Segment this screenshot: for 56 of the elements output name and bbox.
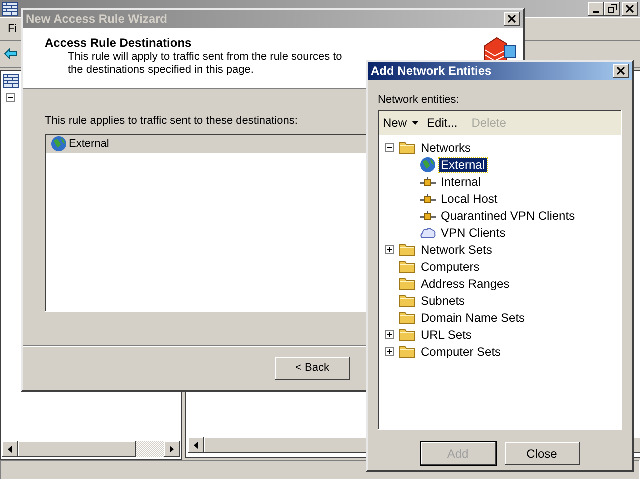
folder-icon <box>399 294 415 307</box>
expand-icon[interactable] <box>385 347 394 356</box>
globe-icon <box>420 156 436 172</box>
folder-icon <box>399 243 415 256</box>
expand-icon[interactable] <box>385 330 394 339</box>
page-description: This rule will apply to traffic sent from the rule sources to the destinations specified in this page. <box>68 51 344 77</box>
expand-icon[interactable] <box>385 245 394 254</box>
page-heading: Access Rule Destinations <box>45 36 192 50</box>
tree-item[interactable]: Internal <box>439 174 484 188</box>
firewall-icon <box>3 74 19 88</box>
cloud-icon <box>420 226 436 238</box>
collapse-icon[interactable] <box>6 93 15 102</box>
dialog-title: Add Network Entities <box>371 64 492 78</box>
collapse-icon[interactable] <box>385 143 394 152</box>
minimize-icon <box>593 10 599 12</box>
close-icon <box>508 15 516 23</box>
scrollbar-thumb[interactable] <box>18 441 136 457</box>
folder-icon <box>399 260 415 273</box>
restore-icon <box>608 4 616 13</box>
toolbar-button[interactable]: Edit... <box>425 116 460 130</box>
folder-icon <box>399 141 415 154</box>
horizontal-scrollbar[interactable] <box>2 441 180 457</box>
firewall-icon <box>2 2 18 16</box>
globe-icon <box>51 136 67 152</box>
tree-item[interactable]: Computer Sets <box>419 344 504 358</box>
folder-icon <box>399 328 415 341</box>
left-arrow-icon <box>8 446 12 452</box>
list-label: This rule applies to traffic sent to these destinations: <box>45 115 298 127</box>
network-icon <box>420 210 436 220</box>
folder-icon <box>399 277 415 290</box>
back-arrow-icon[interactable] <box>4 48 18 60</box>
tree-item[interactable]: External <box>439 158 488 172</box>
left-arrow-icon <box>194 442 198 448</box>
window-title: New Access Rule Wizard <box>26 12 168 26</box>
right-arrow-icon <box>170 446 174 452</box>
network-icon <box>420 194 436 204</box>
tree-item[interactable]: URL Sets <box>419 328 474 342</box>
close-icon <box>617 67 625 75</box>
close-button[interactable] <box>613 64 629 78</box>
restore-button[interactable] <box>604 2 620 16</box>
tree-item[interactable]: Networks <box>419 140 474 154</box>
close-icon <box>626 4 634 12</box>
folder-icon <box>399 311 415 324</box>
network-icon <box>420 176 436 186</box>
tree-item[interactable]: Subnets <box>419 294 468 308</box>
tree-item[interactable]: Domain Name Sets <box>419 310 528 324</box>
close-button[interactable]: Close <box>504 442 580 465</box>
field-label: Network entities: <box>378 94 460 106</box>
minimize-button[interactable] <box>588 2 604 16</box>
back-button[interactable]: < Back <box>275 356 350 380</box>
folder-icon <box>399 345 415 358</box>
tree-item[interactable]: Computers <box>419 260 482 274</box>
close-button[interactable] <box>622 2 638 16</box>
menu-item[interactable]: Fi <box>8 23 18 35</box>
caret-icon <box>412 121 420 125</box>
toolbar-button[interactable]: New <box>381 116 422 130</box>
